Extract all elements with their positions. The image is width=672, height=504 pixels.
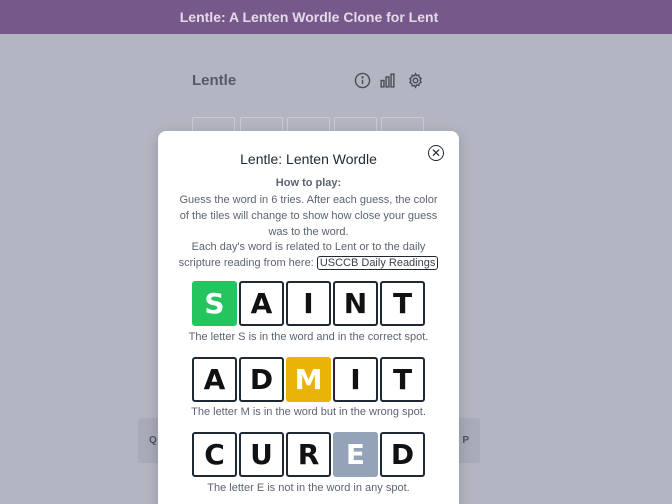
- daily-word-text: Each day's word is related to Lent or to…: [176, 239, 441, 271]
- example-tile: N: [333, 281, 378, 326]
- top-banner: Lentle: A Lenten Wordle Clone for Lent: [0, 0, 672, 34]
- info-icon[interactable]: [353, 71, 371, 89]
- how-to-play-modal: Lentle: Lenten Wordle ✕ How to play: Gue…: [158, 131, 459, 504]
- how-to-play-heading: How to play:: [275, 177, 342, 189]
- keyboard-key-p[interactable]: P: [456, 418, 480, 463]
- example-tile: E: [333, 432, 378, 477]
- modal-title: Lentle: Lenten Wordle: [240, 151, 377, 167]
- settings-icon[interactable]: [406, 71, 424, 89]
- example-tile: M: [286, 357, 331, 402]
- example-tile: I: [333, 357, 378, 402]
- example-caption-correct: The letter S is in the word and in the c…: [188, 331, 429, 343]
- example-tile: A: [239, 281, 284, 326]
- banner-title: Lentle: A Lenten Wordle Clone for Lent: [179, 9, 439, 25]
- example-row-correct: S A I N T: [192, 281, 428, 327]
- example-tile: D: [239, 357, 284, 402]
- close-icon[interactable]: ✕: [431, 147, 441, 159]
- usccb-readings-link[interactable]: USCCB Daily Readings: [316, 256, 439, 270]
- chart-icon[interactable]: [378, 71, 396, 89]
- example-tile: S: [192, 281, 237, 326]
- example-caption-present: The letter M is in the word but in the w…: [191, 406, 426, 418]
- example-caption-absent: The letter E is not in the word in any s…: [207, 482, 410, 494]
- app-title: Lentle: [192, 72, 237, 89]
- close-button[interactable]: ✕: [428, 145, 444, 161]
- example-tile: I: [286, 281, 331, 326]
- example-tile: D: [380, 432, 425, 477]
- example-row-absent: C U R E D: [192, 432, 428, 478]
- example-tile: T: [380, 281, 425, 326]
- example-tile: U: [239, 432, 284, 477]
- example-tile: R: [286, 432, 331, 477]
- example-tile: A: [192, 357, 237, 402]
- instructions-text: Guess the word in 6 tries. After each gu…: [179, 194, 438, 238]
- example-tile: T: [380, 357, 425, 402]
- example-row-present: A D M I T: [192, 357, 428, 403]
- example-tile: C: [192, 432, 237, 477]
